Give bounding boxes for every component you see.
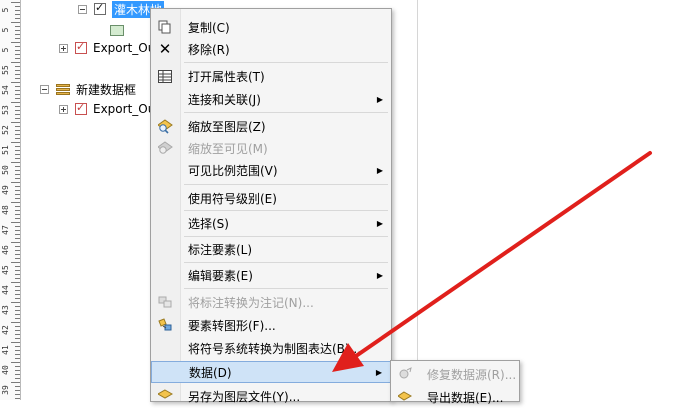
arrow-shaft [354,151,652,358]
arrow-head-icon [332,343,364,372]
annotation-arrow [332,151,652,372]
